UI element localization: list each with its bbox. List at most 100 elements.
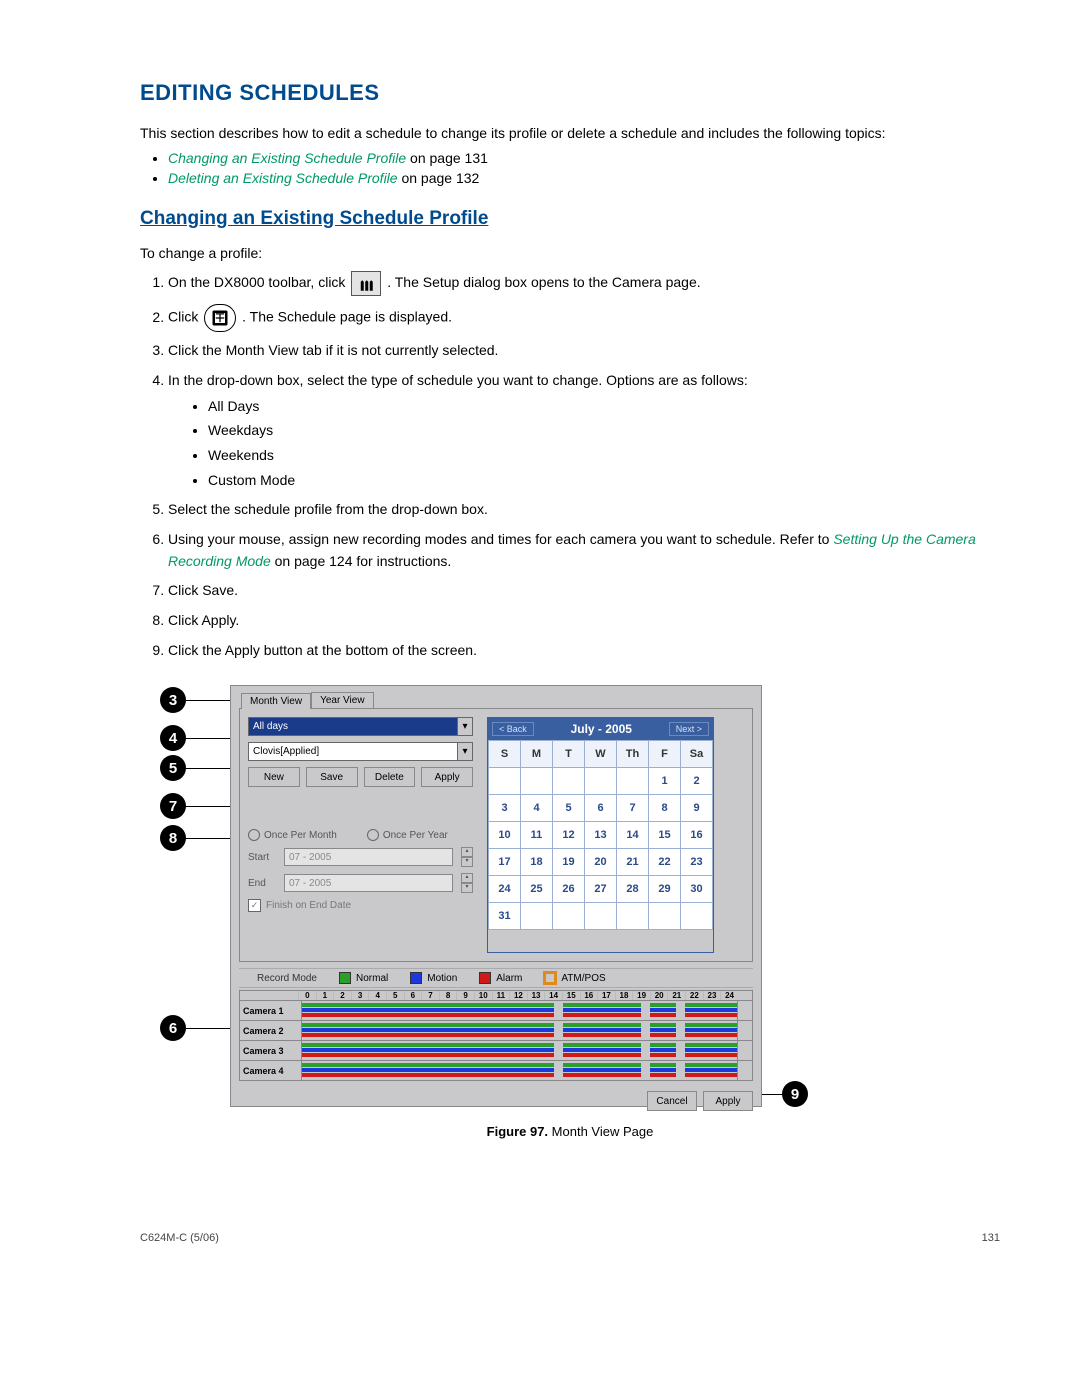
dropdown-value: Clovis[Applied] [249,746,457,757]
recording-bar [685,1008,737,1012]
topic-list: Changing an Existing Schedule Profile on… [168,150,1000,186]
step-text: on page 124 for instructions. [275,553,452,569]
recording-bar [650,1068,676,1072]
recording-bar [650,1043,676,1047]
callout-7: 7 [160,793,186,819]
calendar: < Back July - 2005 Next > S M T W Th F S… [487,717,714,953]
timeline-track[interactable] [302,1021,737,1040]
subsection-heading: Changing an Existing Schedule Profile [140,208,1000,230]
dow: F [649,741,681,768]
option-item: Weekends [208,445,1000,467]
recording-bar [685,1043,737,1047]
checkbox-label: Finish on End Date [266,900,351,911]
hour-tick: 7 [421,991,439,1000]
dow: M [521,741,553,768]
start-field[interactable]: 07 - 2005 [284,848,453,866]
end-spinner[interactable]: ▴▾ [461,873,473,893]
step-text: Click the Apply button at the bottom of … [168,640,1000,662]
hour-tick: 9 [456,991,474,1000]
recording-bar [650,1053,676,1057]
tab-month-view[interactable]: Month View [241,693,311,709]
timeline-row[interactable]: Camera 4 [240,1060,752,1080]
recording-bar [650,1013,676,1017]
legend-normal: Normal [356,973,388,984]
hour-scale: 0123456789101112131415161718192021222324 [298,991,738,1000]
tab-year-view[interactable]: Year View [311,692,373,708]
hour-tick: 2 [333,991,351,1000]
callout-6: 6 [160,1015,186,1041]
scrollbar[interactable] [737,1041,752,1060]
end-label: End [248,878,276,889]
recording-bar [563,1033,641,1037]
link-change-profile[interactable]: Changing an Existing Schedule Profile [168,150,406,166]
link-suffix: on page 131 [406,150,488,166]
recording-bar [685,1068,737,1072]
timeline-track[interactable] [302,1061,737,1080]
hour-tick: 6 [404,991,422,1000]
scrollbar[interactable] [737,1061,752,1080]
recording-bar [650,1008,676,1012]
radio-once-per-month[interactable]: Once Per Month [248,829,337,841]
recording-bar [685,1013,737,1017]
hour-tick: 0 [298,991,316,1000]
step-text: Click Save. [168,580,1000,602]
new-button[interactable]: New [248,767,300,787]
recording-bar [302,1023,554,1027]
radio-label: Once Per Year [383,830,448,841]
camera-label: Camera 3 [240,1041,302,1060]
recording-bar [685,1073,737,1077]
dow: W [585,741,617,768]
intro-text: This section describes how to edit a sch… [140,124,1000,144]
step-text: . The Setup dialog box opens to the Came… [387,274,700,290]
recording-bar [302,1028,554,1032]
footer-right: 131 [982,1232,1000,1244]
recording-bar [650,1063,676,1067]
save-button[interactable]: Save [306,767,358,787]
calendar-grid[interactable]: S M T W Th F Sa 12 3456789 1011121314151… [488,740,713,930]
hour-tick: 22 [685,991,703,1000]
recording-bar [685,1028,737,1032]
recording-bar [650,1003,676,1007]
recording-bar [650,1048,676,1052]
apply-button[interactable]: Apply [421,767,473,787]
scrollbar[interactable] [737,1001,752,1020]
radio-once-per-year[interactable]: Once Per Year [367,829,448,841]
recording-bar [685,1003,737,1007]
legend-atm: ATM/POS [561,973,605,984]
calendar-next-button[interactable]: Next > [669,722,709,736]
timeline-track[interactable] [302,1041,737,1060]
recording-bar [563,1023,641,1027]
step-text: Click [168,309,202,325]
hour-tick: 8 [439,991,457,1000]
start-label: Start [248,852,276,863]
start-spinner[interactable]: ▴▾ [461,847,473,867]
procedure-steps: On the DX8000 toolbar, click . The Setup… [168,271,1000,661]
timeline-row[interactable]: Camera 1 [240,1000,752,1020]
recording-bar [302,1008,554,1012]
link-suffix: on page 132 [398,170,480,186]
calendar-back-button[interactable]: < Back [492,722,534,736]
delete-button[interactable]: Delete [364,767,416,787]
link-delete-profile[interactable]: Deleting an Existing Schedule Profile [168,170,398,186]
setup-icon [351,271,381,296]
recording-bar [302,1073,554,1077]
end-field[interactable]: 07 - 2005 [284,874,453,892]
finish-checkbox[interactable]: ✓Finish on End Date [248,899,473,912]
cancel-button[interactable]: Cancel [647,1091,697,1111]
recording-bar [563,1043,641,1047]
timeline-row[interactable]: Camera 3 [240,1040,752,1060]
step-text: Click Apply. [168,610,1000,632]
step-text: Click the Month View tab if it is not cu… [168,340,1000,362]
camera-label: Camera 2 [240,1021,302,1040]
profile-dropdown[interactable]: Clovis[Applied] ▾ [248,742,473,761]
scrollbar[interactable] [737,1021,752,1040]
recording-bar [563,1048,641,1052]
hour-tick: 12 [509,991,527,1000]
timeline-track[interactable] [302,1001,737,1020]
lead-text: To change a profile: [140,244,1000,264]
hour-tick: 17 [597,991,615,1000]
apply-footer-button[interactable]: Apply [703,1091,753,1111]
timeline-row[interactable]: Camera 2 [240,1020,752,1040]
schedule-type-dropdown[interactable]: All days ▾ [248,717,473,736]
hour-tick: 13 [527,991,545,1000]
